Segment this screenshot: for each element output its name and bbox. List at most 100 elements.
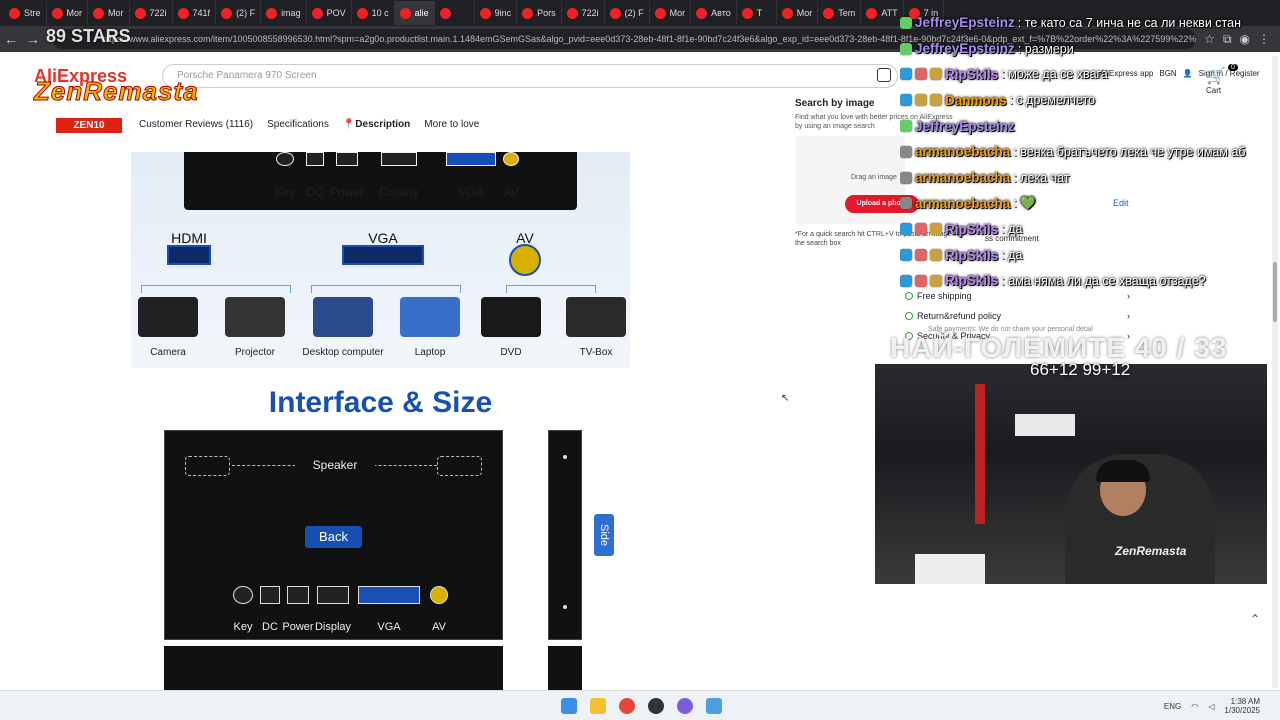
- port-label: VGA: [377, 621, 401, 633]
- chat-text: : ама няма ли да се хваща отзаде?: [1001, 273, 1206, 288]
- sbi-drag: Drag an image: [851, 174, 897, 181]
- browser-tab[interactable]: (2) F: [216, 1, 262, 25]
- chat-badge-icon: [900, 197, 912, 210]
- chat-badge-icon: [900, 94, 912, 107]
- tab-description[interactable]: 📍Description: [343, 119, 410, 130]
- browser-tab[interactable]: 722i: [562, 1, 605, 25]
- tab-specifications[interactable]: Specifications: [267, 119, 329, 130]
- tab-favicon-icon: [311, 7, 323, 19]
- tab-label: Mor: [66, 8, 83, 18]
- product-side-panel: [548, 430, 582, 640]
- back-to-top-icon[interactable]: ⌃: [1250, 612, 1260, 626]
- tab-label: 9inc: [494, 8, 512, 18]
- lang-indicator[interactable]: ENG: [1164, 702, 1181, 711]
- tab-label: Авто: [711, 8, 731, 18]
- port-label: Power: [329, 185, 364, 199]
- tab-favicon-icon: [266, 7, 278, 19]
- tab-label: Pors: [537, 8, 556, 18]
- clock[interactable]: 1:38 AM 1/30/2025: [1224, 697, 1260, 715]
- scrollbar[interactable]: [1272, 56, 1278, 688]
- browser-tab[interactable]: Mor: [777, 1, 819, 25]
- chat-message: JeffreyEpsteinz: те като са 7 инча не са…: [900, 10, 1280, 36]
- tab-favicon-icon: [134, 7, 146, 19]
- chevron-right-icon: ›: [1127, 311, 1130, 321]
- chat-message: RipSkils: ама няма ли да се хваща отзаде…: [900, 268, 1280, 294]
- chat-username: armanoebacha: [915, 195, 1011, 211]
- tab-more-to-love[interactable]: More to love: [424, 119, 479, 130]
- chat-username: RipSkils: [945, 273, 999, 289]
- cam-light: [1015, 414, 1075, 436]
- start-icon[interactable]: [561, 698, 577, 714]
- port-label: AV: [432, 621, 446, 633]
- connection-bracket: [506, 285, 596, 293]
- browser-tab[interactable]: Stre: [4, 1, 47, 25]
- product-subnav: Customer Reviews (1116) Specifications 📍…: [139, 119, 479, 130]
- camera-search-icon[interactable]: [877, 68, 891, 82]
- tab-label: Mor: [796, 8, 813, 18]
- browser-tab[interactable]: Т: [737, 1, 777, 25]
- back-icon[interactable]: ←: [0, 28, 22, 50]
- tab-favicon-icon: [823, 7, 835, 19]
- chat-text: : да: [1001, 222, 1023, 237]
- system-tray: ENG ◠ ◁ 1:38 AM 1/30/2025: [1164, 697, 1260, 715]
- clock-date: 1/30/2025: [1224, 706, 1260, 715]
- browser-tab[interactable]: imag: [261, 1, 307, 25]
- scroll-thumb[interactable]: [1273, 262, 1277, 322]
- notepad-icon[interactable]: [706, 698, 722, 714]
- connector-icon: [509, 244, 541, 276]
- discord-icon[interactable]: [677, 698, 693, 714]
- tab-favicon-icon: [566, 7, 578, 19]
- browser-tab[interactable]: 722i: [130, 1, 173, 25]
- category-title: VGA: [343, 230, 423, 246]
- browser-tab[interactable]: alie: [394, 1, 435, 25]
- tab-label: 741f: [192, 8, 211, 18]
- chat-message: JeffreyEpsteinz: [900, 113, 1280, 139]
- browser-tab[interactable]: Mor: [88, 1, 130, 25]
- browser-tab[interactable]: [435, 1, 475, 25]
- browser-tab[interactable]: 10 c: [352, 1, 395, 25]
- speaker-right: [437, 456, 482, 476]
- shirt-text: ZenRemasta: [1115, 544, 1187, 558]
- port-icon: [260, 586, 280, 604]
- port-label: Display: [314, 621, 352, 633]
- category-name: VGA: [368, 230, 398, 246]
- file-explorer-icon[interactable]: [590, 698, 606, 714]
- browser-tab[interactable]: Авто: [691, 1, 737, 25]
- search-input[interactable]: Porsche Panamera 970 Screen: [162, 64, 898, 88]
- browser-tab[interactable]: Tem: [818, 1, 862, 25]
- tab-label: 722i: [149, 8, 167, 18]
- obs-icon[interactable]: [648, 698, 664, 714]
- browser-tab[interactable]: АТТ: [861, 1, 904, 25]
- browser-tab[interactable]: Mor: [650, 1, 692, 25]
- browser-tab[interactable]: Pors: [517, 1, 562, 25]
- chat-message: JeffreyEpsteinz: размери: [900, 36, 1280, 62]
- chat-badge-icon: [900, 68, 912, 81]
- chat-badge-icon: [900, 16, 912, 29]
- chrome-icon[interactable]: [619, 698, 635, 714]
- chat-message: Danmons: с дремелчето: [900, 87, 1280, 113]
- service-row[interactable]: Return&refund policy ›: [905, 306, 1130, 326]
- device-image: [225, 297, 285, 337]
- device-label: Desktop computer: [302, 347, 384, 358]
- port-label: Display: [379, 185, 419, 199]
- stream-badge: ZEN10: [56, 118, 122, 133]
- category-name: HDMI: [171, 230, 207, 246]
- tab-label: alie: [414, 8, 429, 18]
- forward-icon[interactable]: →: [22, 28, 44, 50]
- port-icon: [503, 152, 519, 166]
- browser-tab[interactable]: Mor: [47, 1, 89, 25]
- section-title: Interface & Size: [268, 386, 493, 419]
- wifi-icon[interactable]: ◠: [1191, 702, 1198, 711]
- volume-icon[interactable]: ◁: [1208, 702, 1214, 711]
- tab-reviews[interactable]: Customer Reviews (1116): [139, 119, 253, 130]
- speaker-label: Speaker: [295, 458, 375, 472]
- browser-tab[interactable]: (2) F: [605, 1, 650, 25]
- pin-icon: 📍: [342, 119, 356, 130]
- port-icon: [381, 152, 417, 166]
- tab-label: POV: [326, 8, 346, 18]
- browser-tab[interactable]: POV: [307, 1, 352, 25]
- browser-tab[interactable]: 741f: [173, 1, 217, 25]
- browser-tab[interactable]: 9inc: [475, 1, 518, 25]
- chat-message: RipSkils: може да се хвага: [900, 62, 1280, 88]
- chat-text: : те като са 7 инча не са ли некви стан: [1017, 15, 1241, 30]
